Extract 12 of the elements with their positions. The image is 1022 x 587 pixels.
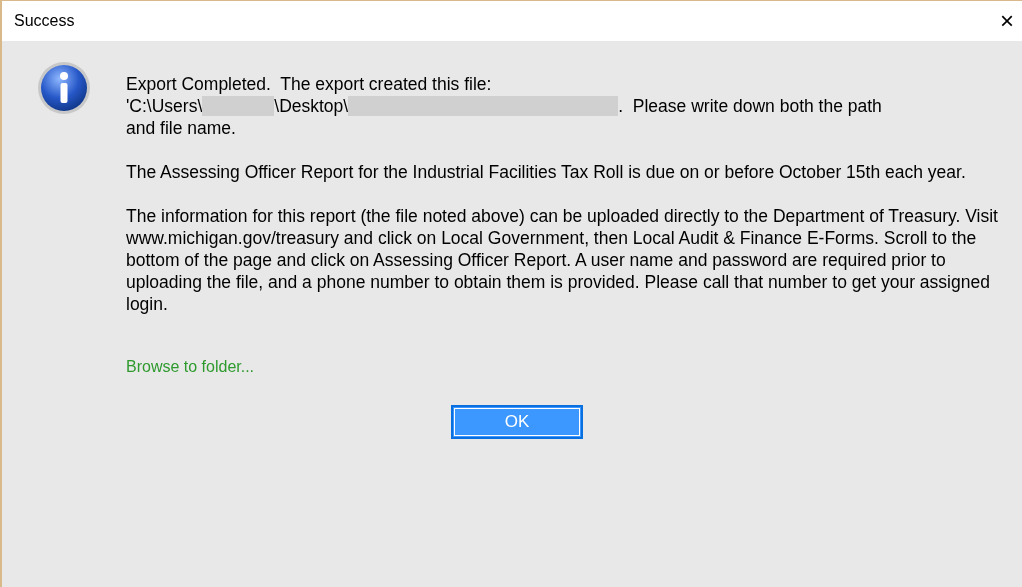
message-text: . Please write down both the path — [618, 95, 882, 117]
close-button[interactable]: × — [996, 9, 1018, 33]
message-text: Export Completed. The export created this file: — [126, 73, 493, 95]
browse-folder-link[interactable]: Browse to folder... — [126, 358, 255, 375]
info-icon — [36, 60, 92, 116]
ok-button[interactable]: OK — [451, 405, 583, 439]
window-title: Success — [14, 11, 75, 31]
message-text: \Desktop\ — [274, 95, 349, 117]
message-text: and file name. — [126, 117, 237, 139]
message-text: The information for this report (the file noted above) can be uploaded directly to the Department of Treasury. Visit www.michigan.gov/treasury and click on Local Government, then Local Audit & Finance E-Forms. Scroll to the bottom of the page and click on Assessing Officer Report. A user name and password are required prior to uploading the file, and a phone number to obtain them is provided. Please call that number to get your assigned login. — [126, 205, 999, 315]
message-text: 'C:\Users\ — [126, 95, 203, 117]
message-text: The Assessing Officer Report for the Industrial Facilities Tax Roll is due on or before October 15th each year. — [126, 161, 967, 183]
